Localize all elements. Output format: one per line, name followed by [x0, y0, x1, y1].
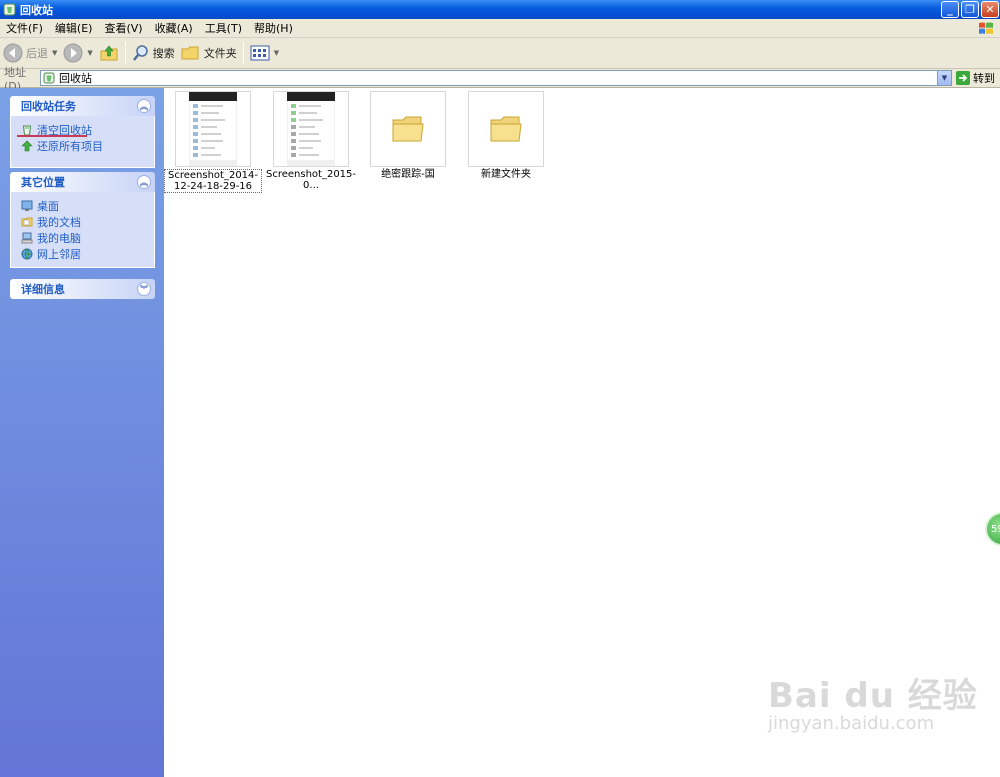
tasks-panel-header[interactable]: 回收站任务 ︽: [10, 96, 155, 116]
go-label: 转到: [973, 72, 995, 85]
chevron-down-icon[interactable]: ▼: [52, 49, 57, 57]
folder-icon: [181, 46, 199, 60]
search-label: 搜索: [152, 47, 175, 60]
folder-icon: [392, 116, 424, 142]
task-pane: 回收站任务 ︽ 清空回收站 还原所有项目 其它位置 ︽ 桌面 我的文档 我的电脑…: [0, 88, 164, 777]
search-icon: [132, 45, 148, 61]
place-my-documents-label: 我的文档: [37, 216, 81, 229]
window-controls: _ ❐ ✕: [941, 1, 999, 18]
places-panel-title: 其它位置: [21, 176, 65, 189]
forward-arrow-icon: [63, 43, 83, 63]
menu-favorites[interactable]: 收藏(A): [149, 20, 199, 36]
back-arrow-icon: [3, 43, 23, 63]
chevron-down-icon: ▼: [941, 74, 948, 82]
place-network-link[interactable]: 网上邻居: [21, 246, 154, 262]
window-title: 回收站: [20, 3, 53, 17]
place-network-label: 网上邻居: [37, 248, 81, 261]
badge-count: 59: [991, 523, 1000, 535]
minimize-button[interactable]: _: [941, 1, 959, 18]
chevron-down-icon[interactable]: ▼: [87, 49, 92, 57]
go-arrow-icon: [956, 71, 970, 85]
toolbar-separator: [242, 42, 244, 64]
phone-screenshot-icon: [189, 92, 237, 166]
folder-name: 绝密跟踪-国: [381, 169, 435, 180]
place-my-computer-link[interactable]: 我的电脑: [21, 230, 154, 246]
annotation-underline: [17, 135, 87, 137]
folder-icon: [490, 116, 522, 142]
menu-edit[interactable]: 编辑(E): [49, 20, 99, 36]
minimize-icon: _: [947, 3, 953, 16]
places-panel: 其它位置 ︽ 桌面 我的文档 我的电脑 网上邻居: [10, 172, 155, 268]
computer-icon: [21, 232, 33, 244]
windows-logo-icon: [979, 22, 993, 34]
watermark: Bai du 经验 jingyan.baidu.com: [768, 668, 978, 734]
tasks-panel-title: 回收站任务: [21, 100, 76, 113]
details-panel: 详细信息 ︾: [10, 279, 155, 299]
folder-name: 新建文件夹: [481, 169, 531, 180]
restore-arrow-icon: [21, 140, 33, 152]
file-item[interactable]: Screenshot_2014-12-24-18-29-16: [164, 91, 262, 193]
desktop-icon: [21, 200, 33, 211]
collapse-icon[interactable]: ︽: [137, 99, 151, 113]
phone-screenshot-icon: [287, 92, 335, 166]
search-button[interactable]: 搜索: [129, 40, 178, 66]
toolbar: 后退 ▼ ▼ 搜索 文件夹 ▼: [0, 38, 1000, 69]
menu-file[interactable]: 文件(F): [0, 20, 49, 36]
expand-icon[interactable]: ︾: [137, 282, 151, 296]
places-panel-header[interactable]: 其它位置 ︽: [10, 172, 155, 192]
menu-help[interactable]: 帮助(H): [248, 20, 299, 36]
forward-button[interactable]: ▼: [60, 40, 95, 66]
folder-item[interactable]: 绝密跟踪-国: [360, 91, 456, 180]
network-icon: [21, 248, 33, 260]
place-my-documents-link[interactable]: 我的文档: [21, 214, 154, 230]
documents-folder-icon: [21, 217, 33, 227]
restore-icon: ❐: [965, 3, 975, 16]
menu-bar: 文件(F) 编辑(E) 查看(V) 收藏(A) 工具(T) 帮助(H): [0, 19, 1000, 38]
restore-all-link[interactable]: 还原所有项目: [21, 138, 154, 154]
tasks-panel-body: 清空回收站 还原所有项目: [10, 116, 155, 168]
back-label: 后退: [26, 47, 48, 60]
go-button[interactable]: 转到: [956, 70, 995, 86]
collapse-icon[interactable]: ︽: [137, 175, 151, 189]
place-desktop-link[interactable]: 桌面: [21, 198, 154, 214]
close-button[interactable]: ✕: [981, 1, 999, 18]
recycle-bin-icon: [43, 72, 55, 84]
details-panel-header[interactable]: 详细信息 ︾: [10, 279, 155, 299]
menu-view[interactable]: 查看(V): [98, 20, 148, 36]
folder-up-icon: [100, 45, 118, 61]
place-my-computer-label: 我的电脑: [37, 232, 81, 245]
address-bar: 地址(D) 回收站 ▼ 转到: [0, 66, 1000, 93]
screenshot-thumbnail: [175, 91, 251, 167]
close-icon: ✕: [985, 3, 995, 16]
tasks-panel: 回收站任务 ︽ 清空回收站 还原所有项目: [10, 96, 155, 168]
folder-item[interactable]: 新建文件夹: [458, 91, 554, 180]
views-button[interactable]: ▼: [247, 40, 282, 66]
recycle-bin-icon: [3, 3, 16, 16]
watermark-logo: Bai du 经验: [768, 676, 978, 716]
menu-tools[interactable]: 工具(T): [199, 20, 248, 36]
address-dropdown-button[interactable]: ▼: [937, 71, 951, 85]
back-button[interactable]: 后退 ▼: [0, 40, 60, 66]
folders-label: 文件夹: [203, 47, 237, 60]
file-name: Screenshot_2014-12-24-18-29-16: [164, 169, 262, 193]
folder-thumbnail: [370, 91, 446, 167]
folder-thumbnail: [468, 91, 544, 167]
folders-button[interactable]: 文件夹: [178, 40, 240, 66]
address-input[interactable]: 回收站 ▼: [40, 70, 952, 86]
address-value: 回收站: [59, 72, 92, 85]
file-item[interactable]: Screenshot_2015-0...: [263, 91, 359, 191]
up-folder-button[interactable]: [96, 40, 122, 66]
places-panel-body: 桌面 我的文档 我的电脑 网上邻居: [10, 192, 155, 268]
screenshot-thumbnail: [273, 91, 349, 167]
toolbar-separator: [124, 42, 126, 64]
details-panel-title: 详细信息: [21, 283, 65, 296]
restore-all-label: 还原所有项目: [37, 140, 103, 153]
place-desktop-label: 桌面: [37, 200, 59, 213]
chevron-down-icon[interactable]: ▼: [274, 49, 279, 57]
title-bar: 回收站 _ ❐ ✕: [0, 0, 1000, 19]
file-name: Screenshot_2015-0...: [265, 169, 357, 191]
view-grid-icon: [250, 45, 270, 61]
maximize-button[interactable]: ❐: [961, 1, 979, 18]
